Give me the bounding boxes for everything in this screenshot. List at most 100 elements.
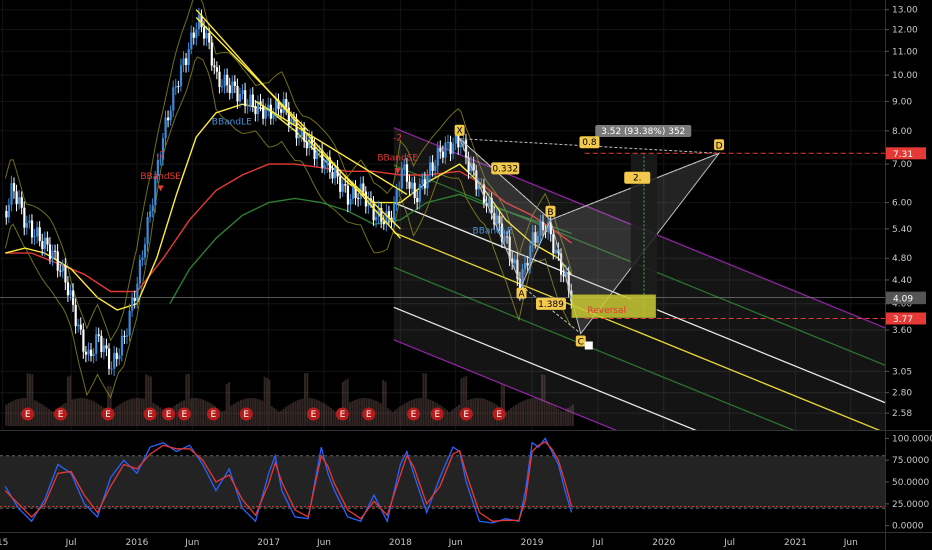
volume-bar (548, 402, 551, 426)
candle-body (449, 141, 452, 154)
candle-body (405, 164, 409, 182)
earnings-marker-label: E (105, 410, 111, 420)
candle-body (349, 199, 352, 205)
candle-body (208, 33, 211, 43)
candle-body (97, 334, 100, 336)
candle-body (426, 175, 429, 189)
volume-bar (138, 398, 141, 426)
volume-bar (45, 407, 48, 426)
candle-body (305, 141, 308, 149)
candle-body (439, 147, 442, 152)
volume-bar (332, 409, 335, 426)
candle-body (190, 32, 193, 50)
volume-bar (541, 374, 544, 426)
candle-body (246, 105, 249, 107)
candle-body (344, 184, 347, 186)
volume-bar (235, 402, 238, 426)
candle-body (12, 183, 16, 192)
pattern-point-label: A (518, 290, 525, 300)
candle-body (115, 352, 118, 360)
candle-body (203, 27, 206, 39)
volume-bar (121, 402, 124, 426)
candle-body (177, 86, 180, 88)
volume-bar (389, 410, 392, 426)
candle-body (30, 220, 34, 238)
earnings-marker-label: E (366, 410, 372, 420)
candle-body (95, 334, 98, 354)
volume-bar (5, 404, 8, 426)
volume-bar (517, 403, 520, 426)
earnings-marker-label: E (182, 410, 188, 420)
volume-bar (325, 404, 328, 426)
volume-bar (348, 402, 351, 426)
volume-bar (71, 399, 74, 426)
volume-bar (194, 398, 197, 426)
time-tick-label: Jul (723, 538, 735, 548)
volume-bar (514, 404, 517, 426)
price-tick-label: 3.60 (892, 326, 912, 336)
volume-bar (422, 373, 425, 426)
volume-bar (232, 403, 235, 426)
candle-body (436, 147, 439, 166)
candle-body (459, 145, 463, 148)
time-tick-label: Jul (591, 538, 603, 548)
volume-bar (420, 398, 423, 426)
candle-body (131, 297, 134, 311)
measure-label: 3.52 (93.38%) 352 (601, 127, 685, 137)
volume-bar (284, 407, 287, 426)
volume-bar (66, 376, 69, 426)
volume-bar (543, 375, 546, 426)
volume-bar (256, 398, 259, 426)
candle-body (316, 150, 319, 160)
volume-bar (294, 401, 297, 426)
candle-body (357, 198, 360, 200)
candle-body (74, 304, 77, 327)
volume-bar (403, 403, 406, 426)
volume-bar (529, 398, 532, 426)
volume-bar (379, 403, 382, 426)
time-tick-label: 15 (0, 538, 8, 548)
volume-bar (126, 400, 129, 426)
volume-bar (382, 379, 385, 426)
candle-body (133, 297, 136, 302)
candle-body (441, 151, 445, 158)
candle-body (7, 204, 11, 218)
volume-bar (384, 381, 387, 426)
candle-body (23, 207, 26, 228)
volume-bar (503, 385, 506, 426)
volume-bar (289, 403, 292, 426)
bband-annotation: BBandLE (212, 118, 252, 128)
candle-body (264, 109, 267, 119)
candle-body (174, 86, 177, 88)
volume-bar (230, 405, 233, 426)
candle-body (215, 67, 219, 72)
volume-bar (536, 398, 539, 426)
volume-bar (564, 409, 567, 426)
candle-body (46, 237, 49, 245)
candle-body (100, 335, 103, 353)
volume-bar (375, 400, 378, 426)
time-tick-label: Jun (843, 538, 858, 548)
volume-bar (287, 405, 290, 426)
volume-bar (557, 408, 560, 426)
bband-annotation: BBandLE (473, 227, 513, 237)
candle-body (244, 90, 247, 107)
volume-bar (81, 398, 84, 426)
candle-body (87, 349, 90, 355)
price-tick-label: 2.58 (892, 409, 912, 419)
volume-bar (74, 398, 77, 426)
volume-bar (510, 408, 513, 426)
volume-bar (446, 410, 449, 426)
volume-bar (550, 403, 553, 426)
candle-body (444, 142, 447, 158)
volume-bar (156, 405, 159, 426)
volume-bar (268, 379, 271, 426)
price-tick-label: 13.00 (892, 6, 918, 16)
candle-body (421, 179, 424, 184)
candle-body (125, 335, 129, 337)
candle-body (431, 162, 434, 171)
candle-body (411, 182, 414, 189)
volume-bar (114, 407, 117, 426)
chart-canvas[interactable]: 13.00 12.00 11.00 10.00 9.00 8.00 7.00 6.00 5.40… (0, 0, 932, 550)
candle-body (236, 85, 239, 102)
